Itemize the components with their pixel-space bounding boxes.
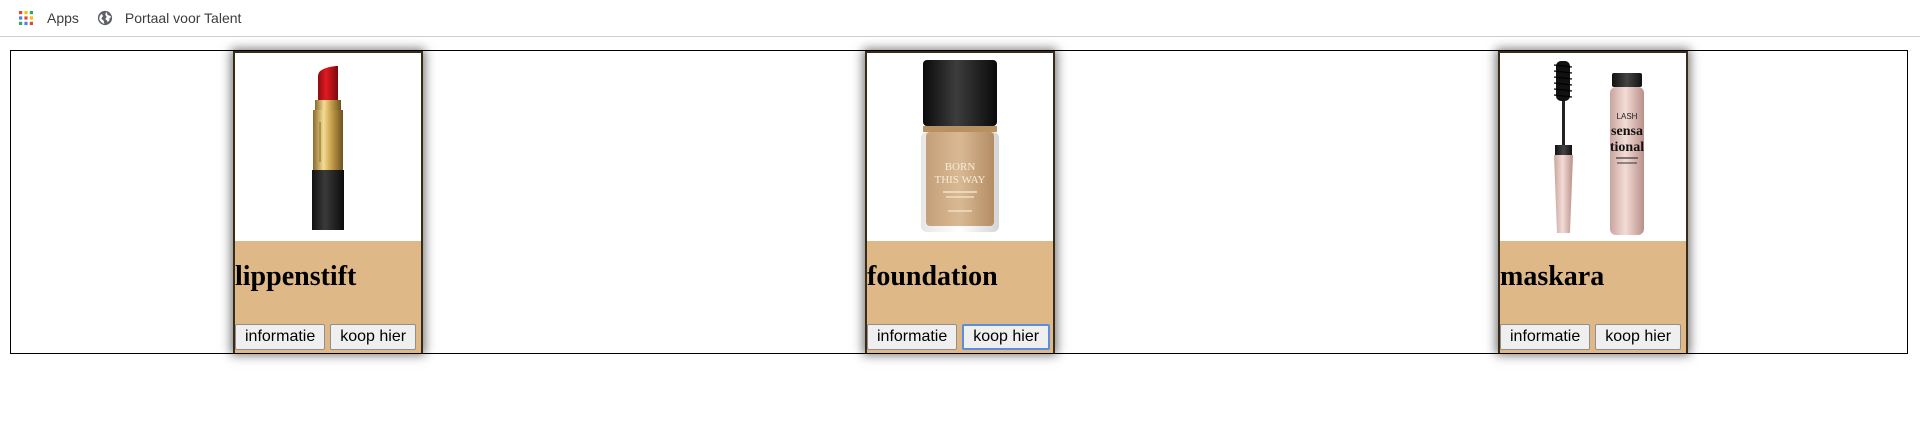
product-title: lippenstift — [235, 261, 357, 292]
card-buttons: informatie koop hier — [235, 324, 421, 350]
apps-grid-icon — [18, 10, 34, 26]
bookmarks-bar: Apps Portaal voor Talent — [0, 0, 1920, 37]
product-title: maskara — [1500, 261, 1605, 292]
card-title-band: lippenstift informatie koop hier — [235, 241, 421, 353]
bookmark-apps-label: Apps — [47, 10, 79, 26]
card-title-band: maskara informatie koop hier — [1500, 241, 1686, 353]
foundation-label-text-2: THIS WAY — [934, 174, 985, 186]
bookmark-portaal-label: Portaal voor Talent — [124, 10, 242, 26]
product-card-lippenstift: lippenstift informatie koop hier — [233, 51, 423, 353]
koop-hier-button[interactable]: koop hier — [962, 324, 1051, 350]
card-buttons: informatie koop hier — [1500, 324, 1686, 350]
koop-hier-button[interactable]: koop hier — [1595, 324, 1682, 350]
mascara-image: LASH sensa tional — [1500, 53, 1686, 241]
mascara-label-text-1: LASH — [1617, 112, 1638, 121]
mascara-label-text-3: tional — [1610, 140, 1644, 155]
product-card-foundation: BORN THIS WAY foundation informatie koop… — [865, 51, 1055, 353]
lipstick-image — [235, 53, 421, 241]
foundation-label-text-1: BORN — [945, 161, 976, 173]
informatie-button[interactable]: informatie — [1500, 324, 1591, 350]
globe-icon — [97, 10, 113, 26]
informatie-button[interactable]: informatie — [235, 324, 326, 350]
foundation-bottle-image: BORN THIS WAY — [867, 53, 1053, 241]
koop-hier-button[interactable]: koop hier — [330, 324, 417, 350]
mascara-label-text-2: sensa — [1611, 124, 1643, 139]
bookmark-portaal-voor-talent[interactable]: Portaal voor Talent — [91, 4, 247, 32]
bookmark-apps[interactable]: Apps — [12, 4, 85, 32]
card-title-band: foundation informatie koop hier — [867, 241, 1053, 353]
product-title: foundation — [867, 261, 998, 292]
informatie-button[interactable]: informatie — [867, 324, 958, 350]
card-buttons: informatie koop hier — [867, 324, 1053, 350]
product-strip: lippenstift informatie koop hier BORN TH… — [10, 50, 1908, 354]
product-card-maskara: LASH sensa tional maskara informatie koo… — [1498, 51, 1688, 353]
